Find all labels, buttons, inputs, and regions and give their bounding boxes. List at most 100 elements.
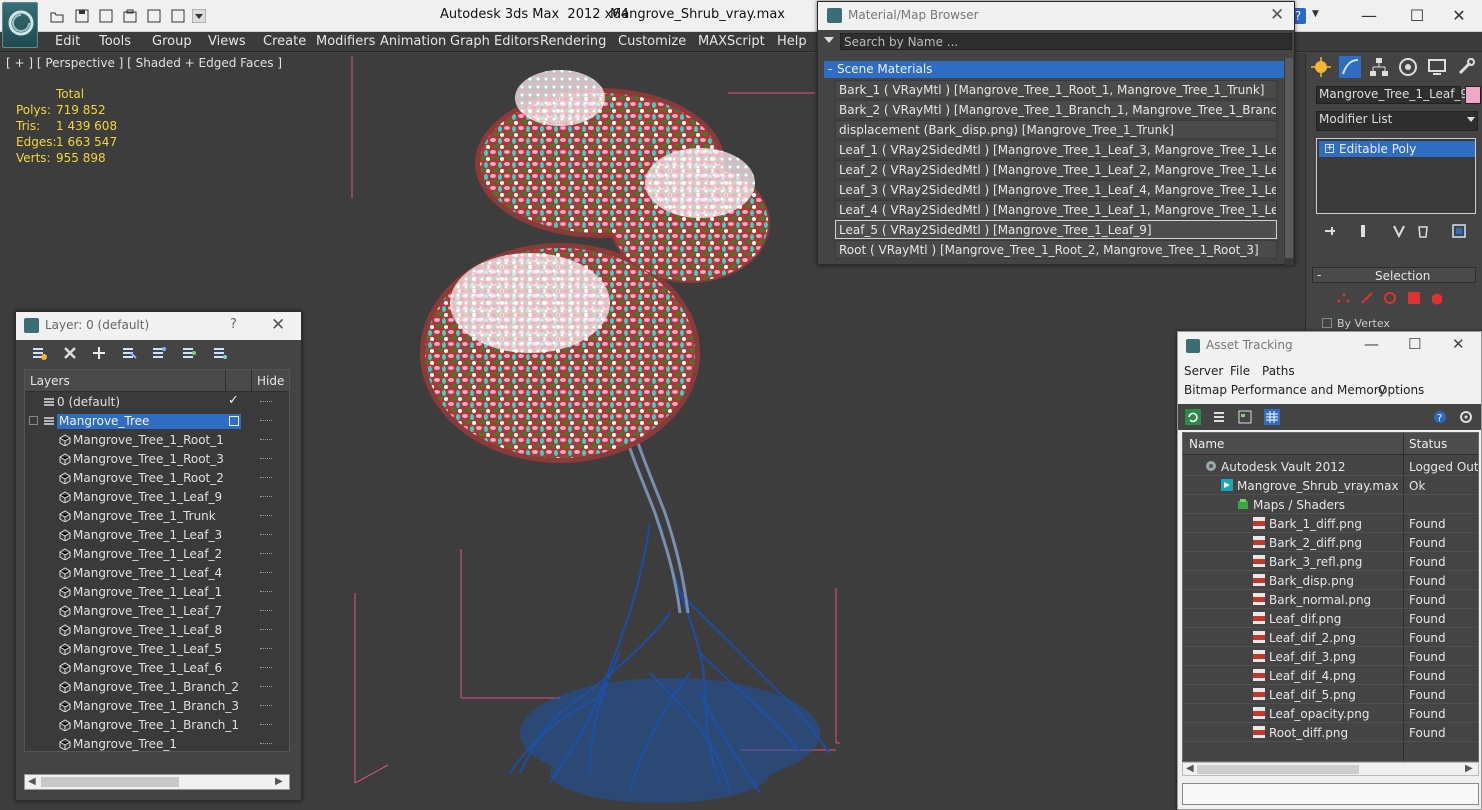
menu-views[interactable]: Views <box>208 34 246 49</box>
create-tab-icon[interactable] <box>1310 56 1332 78</box>
material-item[interactable]: Leaf_2 ( VRay2SidedMtl ) [Mangrove_Tree_… <box>835 160 1277 179</box>
polygon-mode-icon[interactable] <box>1407 291 1421 305</box>
layer-row[interactable]: Mangrove_Tree_1_Leaf_8 <box>25 621 289 640</box>
material-search-input[interactable] <box>840 33 1292 50</box>
scrollbar-thumb[interactable] <box>1197 765 1359 774</box>
new-scene-icon[interactable] <box>99 9 113 23</box>
asset-close-button[interactable]: ✕ <box>1452 335 1465 353</box>
freeze-all-layers-icon[interactable] <box>212 345 228 361</box>
asset-row[interactable]: Mangrove_Shrub_vray.max Ok <box>1183 476 1478 495</box>
modify-tab-icon[interactable] <box>1339 56 1361 78</box>
material-item[interactable]: Leaf_5 ( VRay2SidedMtl ) [Mangrove_Tree_… <box>835 220 1277 239</box>
layer-row[interactable]: Mangrove_Tree_1_Trunk <box>25 507 289 526</box>
asset-help-icon[interactable]: ? <box>1432 409 1448 425</box>
edge-mode-icon[interactable] <box>1360 291 1374 305</box>
asset-row[interactable]: Maps / Shaders <box>1183 495 1478 514</box>
active-layer-check-icon[interactable]: ✓ <box>228 393 239 408</box>
hide-toggle[interactable] <box>260 496 272 498</box>
menu-graph-editors[interactable]: Graph Editors <box>450 34 539 49</box>
modifier-list-dropdown[interactable]: Modifier List <box>1316 111 1478 131</box>
layer-row[interactable]: Mangrove_Tree_1_Leaf_9 <box>25 488 289 507</box>
group-collapse-icon[interactable]: - <box>828 62 832 76</box>
element-mode-icon[interactable] <box>1430 291 1444 305</box>
scrollbar-thumb[interactable] <box>1285 58 1293 258</box>
asset-row[interactable]: Bark_2_diff.png Found <box>1183 533 1478 552</box>
open-file-icon[interactable] <box>50 9 64 23</box>
checkbox-box[interactable] <box>1322 318 1332 328</box>
stack-item-editable-poly[interactable]: + Editable Poly <box>1319 141 1475 157</box>
asset-row[interactable]: Leaf_dif_3.png Found <box>1183 647 1478 666</box>
scrollbar-thumb[interactable] <box>41 777 179 787</box>
help-dropdown-icon[interactable]: ▼ <box>1312 9 1319 19</box>
hide-toggle[interactable] <box>260 591 272 593</box>
hide-toggle[interactable] <box>260 667 272 669</box>
material-vertical-scrollbar[interactable] <box>1284 58 1294 265</box>
asset-row[interactable]: Bark_normal.png Found <box>1183 590 1478 609</box>
save-file-icon[interactable] <box>75 9 89 23</box>
hierarchy-tab-icon[interactable] <box>1368 56 1390 78</box>
add-to-layer-icon[interactable] <box>91 345 107 361</box>
layer-row[interactable]: Mangrove_Tree_1 <box>25 735 289 751</box>
layer-row[interactable]: Mangrove_Tree_1_Branch_3 <box>25 697 289 716</box>
layer-row[interactable]: Mangrove_Tree_1_Leaf_3 <box>25 526 289 545</box>
column-layers[interactable]: Layers <box>30 374 70 388</box>
scroll-left-icon[interactable]: ◀ <box>28 776 36 787</box>
layer-close-button[interactable]: ✕ <box>271 315 285 335</box>
object-color-swatch[interactable] <box>1465 86 1481 104</box>
hide-toggle[interactable] <box>260 458 272 460</box>
list-view-icon[interactable] <box>1211 409 1227 425</box>
hide-toggle[interactable] <box>260 648 272 650</box>
menu-help[interactable]: Help <box>777 34 807 49</box>
material-browser-close-button[interactable]: ✕ <box>1270 5 1284 25</box>
layer-row[interactable]: Mangrove_Tree_1_Leaf_1 <box>25 583 289 602</box>
viewport-label[interactable]: [ + ] [ Perspective ] [ Shaded + Edged F… <box>6 56 282 70</box>
layer-horizontal-scrollbar[interactable]: ◀ ▶ <box>24 774 290 790</box>
highlight-layer-icon[interactable] <box>151 345 167 361</box>
layer-row[interactable]: Mangrove_Tree_1_Root_1 <box>25 431 289 450</box>
layer-row[interactable]: Mangrove_Tree <box>25 412 289 431</box>
utilities-tab-icon[interactable] <box>1455 56 1477 78</box>
selection-rollout-header[interactable]: - Selection <box>1312 267 1476 283</box>
menu-rendering[interactable]: Rendering <box>540 34 606 49</box>
hide-toggle[interactable] <box>260 534 272 536</box>
asset-maximize-button[interactable]: ☐ <box>1408 335 1421 353</box>
layer-panel-titlebar[interactable]: Layer: 0 (default) ? ✕ <box>16 312 301 340</box>
hide-toggle[interactable] <box>260 420 272 422</box>
remove-modifier-icon[interactable] <box>1416 224 1430 238</box>
show-end-result-icon[interactable] <box>1356 224 1370 238</box>
hide-toggle[interactable] <box>260 724 272 726</box>
hide-toggle[interactable] <box>260 743 272 745</box>
material-item[interactable]: Leaf_3 ( VRay2SidedMtl ) [Mangrove_Tree_… <box>835 180 1277 199</box>
menu-tools[interactable]: Tools <box>99 34 131 49</box>
column-name[interactable]: Name <box>1189 437 1224 451</box>
layer-row[interactable]: Mangrove_Tree_1_Leaf_7 <box>25 602 289 621</box>
asset-menu-file[interactable]: File <box>1230 364 1250 378</box>
create-layer-icon[interactable] <box>31 345 47 361</box>
table-view-icon[interactable] <box>1237 409 1253 425</box>
layer-row[interactable]: Mangrove_Tree_1_Branch_2 <box>25 678 289 697</box>
asset-row[interactable]: Bark_1_diff.png Found <box>1183 514 1478 533</box>
asset-row[interactable]: Leaf_dif_5.png Found <box>1183 685 1478 704</box>
asset-row[interactable]: Leaf_dif_2.png Found <box>1183 628 1478 647</box>
menu-animation[interactable]: Animation <box>380 34 446 49</box>
asset-row[interactable]: Bark_disp.png Found <box>1183 571 1478 590</box>
layer-row[interactable]: Mangrove_Tree_1_Leaf_6 <box>25 659 289 678</box>
asset-row[interactable]: Leaf_opacity.png Found <box>1183 704 1478 723</box>
motion-tab-icon[interactable] <box>1397 56 1419 78</box>
hide-toggle[interactable] <box>260 439 272 441</box>
scroll-left-icon[interactable]: ◀ <box>1186 763 1194 774</box>
scene-materials-group[interactable]: - Scene Materials <box>824 61 1284 78</box>
asset-settings-icon[interactable] <box>1458 409 1474 425</box>
material-item[interactable]: displacement (Bark_disp.png) [Mangrove_T… <box>835 120 1277 139</box>
material-item[interactable]: Leaf_1 ( VRay2SidedMtl ) [Mangrove_Tree_… <box>835 140 1277 159</box>
menu-edit[interactable]: Edit <box>55 34 80 49</box>
options-dropdown-icon[interactable] <box>824 37 834 43</box>
hide-toggle[interactable] <box>260 572 272 574</box>
maximize-button[interactable]: ☐ <box>1394 0 1440 30</box>
asset-row[interactable]: Leaf_dif.png Found <box>1183 609 1478 628</box>
hide-toggle[interactable] <box>260 553 272 555</box>
menu-modifiers[interactable]: Modifiers <box>316 34 375 49</box>
display-tab-icon[interactable] <box>1426 56 1448 78</box>
close-button[interactable]: ✕ <box>1436 0 1482 30</box>
asset-tracking-titlebar[interactable]: Asset Tracking — ☐ ✕ <box>1178 332 1481 360</box>
